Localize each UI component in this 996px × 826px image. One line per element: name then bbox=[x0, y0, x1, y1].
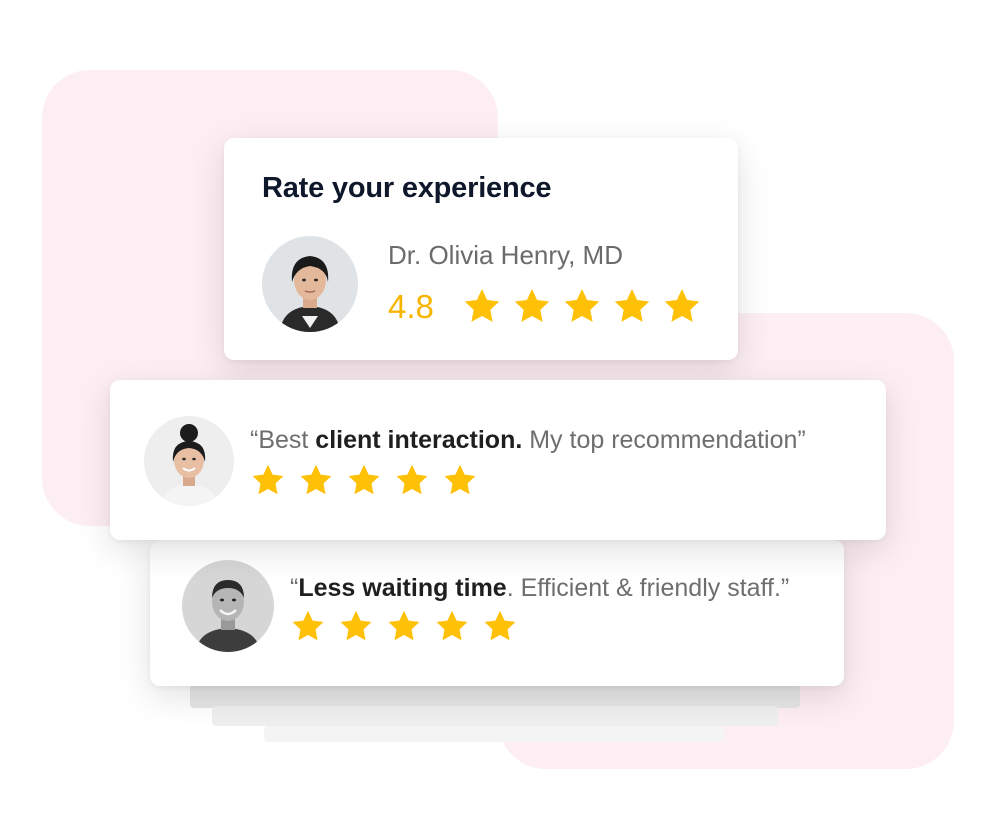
card-stack-shadow bbox=[264, 726, 724, 742]
review-highlight: Less waiting time bbox=[298, 574, 507, 602]
star-icon bbox=[396, 464, 428, 495]
star-icon bbox=[252, 464, 284, 495]
star-icon bbox=[292, 610, 324, 641]
star-icon bbox=[348, 464, 380, 495]
review-card: “Less waiting time. Efficient & friendly… bbox=[150, 540, 844, 686]
review-quote: “Best client interaction. My top recomme… bbox=[250, 426, 806, 454]
star-icon bbox=[388, 610, 420, 641]
review-star-rating bbox=[250, 462, 478, 498]
star-icon[interactable] bbox=[612, 286, 652, 326]
doctor-avatar bbox=[262, 236, 358, 332]
star-icon[interactable] bbox=[512, 286, 552, 326]
star-icon bbox=[444, 464, 476, 495]
card-title: Rate your experience bbox=[262, 172, 552, 204]
reviewer-woman-avatar bbox=[144, 416, 234, 506]
star-icon bbox=[484, 610, 516, 641]
star-icon[interactable] bbox=[562, 286, 602, 326]
rate-experience-card: Rate your experience Dr. Olivia Henry, M… bbox=[224, 138, 738, 360]
star-icon[interactable] bbox=[662, 286, 702, 326]
review-highlight: client interaction. bbox=[315, 426, 523, 454]
review-star-rating bbox=[290, 608, 518, 644]
card-stack-shadow bbox=[212, 706, 778, 726]
average-rating: 4.8 bbox=[388, 288, 434, 325]
review-card: “Best client interaction. My top recomme… bbox=[110, 380, 886, 540]
review-quote: “Less waiting time. Efficient & friendly… bbox=[290, 574, 790, 602]
reviewer-man-avatar bbox=[182, 560, 274, 652]
star-icon bbox=[340, 610, 372, 641]
doctor-star-rating[interactable] bbox=[462, 286, 702, 326]
star-icon bbox=[436, 610, 468, 641]
star-icon[interactable] bbox=[462, 286, 502, 326]
star-icon bbox=[300, 464, 332, 495]
card-stack-shadow bbox=[190, 684, 800, 708]
doctor-name: Dr. Olivia Henry, MD bbox=[388, 240, 623, 270]
